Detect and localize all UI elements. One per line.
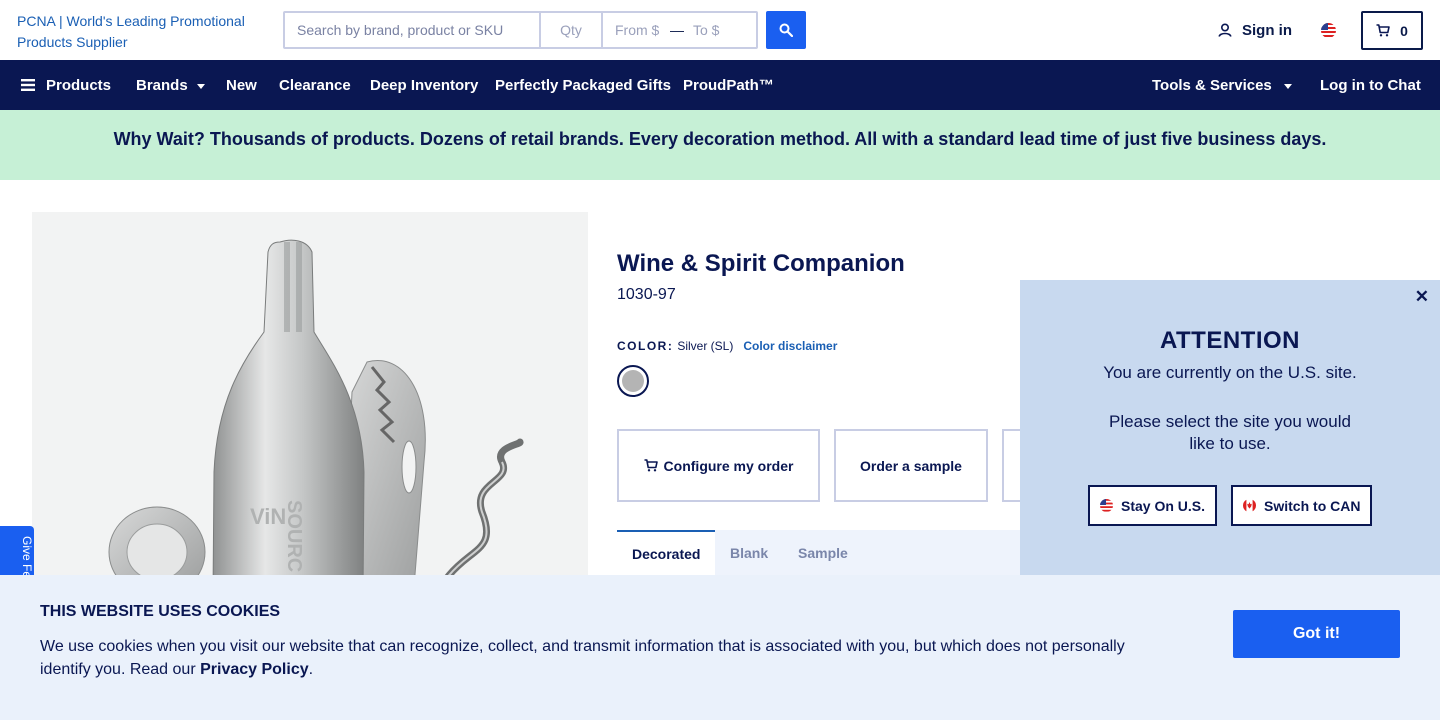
privacy-policy-link[interactable]: Privacy Policy xyxy=(200,661,309,678)
stay-on-us-button[interactable]: Stay On U.S. xyxy=(1088,485,1218,526)
canada-flag-icon xyxy=(1243,499,1257,512)
hamburger-icon xyxy=(21,79,35,91)
nav-products[interactable]: Products xyxy=(21,60,111,110)
nav-clearance-label: Clearance xyxy=(279,76,351,94)
order-sample-label: Order a sample xyxy=(860,457,962,474)
product-title: Wine & Spirit Companion xyxy=(617,250,905,277)
search-form: Search by brand, product or SKU Qty From… xyxy=(283,11,758,49)
order-sample-button[interactable]: Order a sample xyxy=(834,429,988,502)
engraving-vino: ViN xyxy=(250,504,286,529)
chevron-down-icon xyxy=(1283,83,1292,89)
sign-in-link[interactable]: Sign in xyxy=(1218,20,1292,40)
nav-tools-services-label: Tools & Services xyxy=(1152,76,1272,94)
price-from-input[interactable]: From $ xyxy=(603,13,667,47)
sign-in-label: Sign in xyxy=(1242,21,1292,39)
tab-blank-label: Blank xyxy=(730,545,769,561)
price-from-placeholder: From $ xyxy=(615,22,660,38)
site-buttons: Stay On U.S. Switch to CAN xyxy=(1088,485,1373,526)
nav-deep-inventory[interactable]: Deep Inventory xyxy=(370,60,478,110)
cart-icon xyxy=(1376,24,1390,37)
search-input[interactable]: Search by brand, product or SKU xyxy=(285,13,541,47)
tab-decorated[interactable]: Decorated xyxy=(617,530,715,576)
close-icon[interactable]: ✕ xyxy=(1415,288,1429,305)
cart-button[interactable]: 0 xyxy=(1361,11,1423,50)
got-it-button[interactable]: Got it! xyxy=(1233,610,1400,658)
attention-heading: ATTENTION xyxy=(1159,327,1301,354)
us-flag-icon xyxy=(1100,499,1113,512)
nav-log-in-chat-label: Log in to Chat xyxy=(1320,76,1421,94)
switch-to-can-label: Switch to CAN xyxy=(1264,497,1361,514)
got-it-label: Got it! xyxy=(1292,625,1341,642)
qty-placeholder: Qty xyxy=(560,22,582,38)
nav-perfectly-packaged-label: Perfectly Packaged Gifts xyxy=(495,76,671,94)
color-swatch-silver[interactable] xyxy=(617,365,649,397)
logo-alt-text: PCNA | World's Leading Promotional Produ… xyxy=(17,13,245,50)
cart-icon xyxy=(644,459,658,472)
search-button[interactable] xyxy=(766,11,806,49)
promo-banner-text: Why Wait? Thousands of products. Dozens … xyxy=(113,129,1327,149)
attention-current-site-text: You are currently on the U.S. site. xyxy=(1103,363,1357,382)
cookie-title: THIS WEBSITE USES COOKIES xyxy=(40,603,281,620)
color-disclaimer-link[interactable]: Color disclaimer xyxy=(743,339,837,353)
color-value: Silver (SL) xyxy=(677,339,734,353)
configure-order-button[interactable]: Configure my order xyxy=(617,429,820,502)
price-to-input[interactable]: To $ xyxy=(687,13,756,47)
nav-perfectly-packaged-gifts[interactable]: Perfectly Packaged Gifts xyxy=(495,60,671,110)
tab-sample[interactable]: Sample xyxy=(783,530,863,576)
attention-select-site-text: Please select the site you would like to… xyxy=(1109,412,1351,453)
switch-to-can-button[interactable]: Switch to CAN xyxy=(1231,485,1373,526)
tab-blank[interactable]: Blank xyxy=(715,530,783,576)
color-row: COLOR: Silver (SL) Color disclaimer xyxy=(617,339,837,353)
qty-input[interactable]: Qty xyxy=(541,13,603,47)
promo-banner: Why Wait? Thousands of products. Dozens … xyxy=(0,110,1440,180)
site-header: PCNA | World's Leading Promotional Produ… xyxy=(0,0,1440,60)
nav-deep-inventory-label: Deep Inventory xyxy=(370,76,479,94)
search-placeholder: Search by brand, product or SKU xyxy=(297,22,504,38)
main-nav: Products Brands New Clearance Deep Inven… xyxy=(0,60,1440,110)
configure-order-label: Configure my order xyxy=(663,457,794,474)
nav-proudpath-label: ProudPath™ xyxy=(683,76,774,94)
nav-tools-services[interactable]: Tools & Services xyxy=(1152,60,1292,110)
chevron-down-icon xyxy=(196,83,205,89)
site-selection-modal: ✕ ATTENTION You are currently on the U.S… xyxy=(1020,280,1440,575)
tab-decorated-label: Decorated xyxy=(632,546,701,562)
stay-on-us-label: Stay On U.S. xyxy=(1121,497,1206,514)
cookie-body-end: . xyxy=(308,661,314,678)
pcna-logo-link[interactable]: PCNA | World's Leading Promotional Produ… xyxy=(17,11,267,53)
cookie-body: We use cookies when you visit our websit… xyxy=(40,635,1140,681)
cookie-banner: THIS WEBSITE USES COOKIES We use cookies… xyxy=(0,575,1440,720)
search-icon xyxy=(779,23,793,37)
nav-proudpath[interactable]: ProudPath™ xyxy=(683,60,774,110)
tab-sample-label: Sample xyxy=(798,545,848,561)
color-label: COLOR: xyxy=(617,339,674,353)
nav-log-in-to-chat[interactable]: Log in to Chat xyxy=(1320,60,1421,110)
nav-brands[interactable]: Brands xyxy=(136,60,205,110)
swatch-fill xyxy=(622,370,644,392)
product-sku: 1030-97 xyxy=(617,286,676,303)
price-to-placeholder: To $ xyxy=(693,22,720,38)
price-separator: — xyxy=(670,22,684,38)
cart-count: 0 xyxy=(1400,22,1408,39)
nav-new[interactable]: New xyxy=(226,60,257,110)
nav-new-label: New xyxy=(226,76,257,94)
us-flag-icon[interactable] xyxy=(1321,23,1336,38)
engraving-source: SOURC xyxy=(283,500,305,572)
nav-brands-label: Brands xyxy=(136,76,188,94)
nav-clearance[interactable]: Clearance xyxy=(279,60,351,110)
nav-products-label: Products xyxy=(46,76,112,94)
user-icon xyxy=(1218,23,1232,37)
